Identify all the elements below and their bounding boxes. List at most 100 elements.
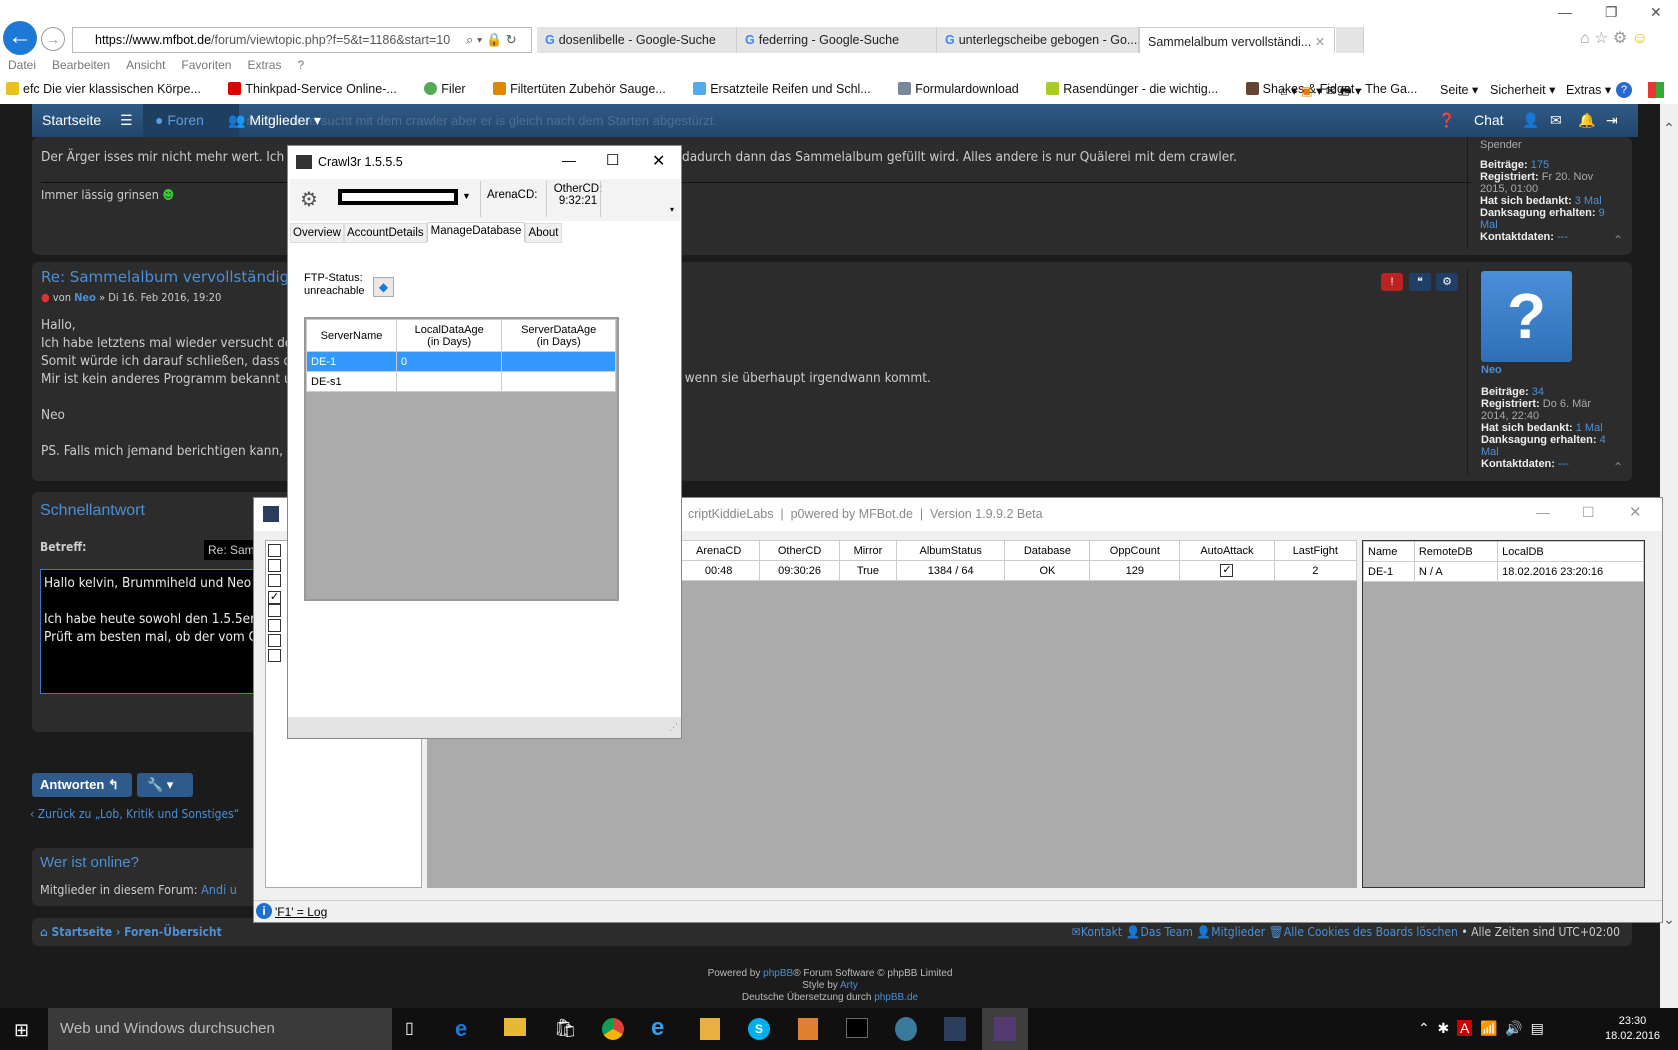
store-icon[interactable]: 🛍: [554, 1018, 577, 1039]
account-checkbox[interactable]: [268, 544, 281, 557]
phpbb-link[interactable]: phpBB: [763, 968, 793, 979]
menu-help[interactable]: ?: [297, 58, 304, 72]
grid-header[interactable]: ServerDataAge (in Days): [501, 319, 616, 352]
ie-icon[interactable]: e: [651, 1014, 664, 1042]
hamburger-icon[interactable]: ☰: [120, 112, 133, 129]
maximize-icon[interactable]: ☐: [606, 151, 619, 169]
account-dropdown[interactable]: [338, 189, 458, 205]
grid-header[interactable]: LocalDataAge (in Days): [395, 319, 503, 352]
grid-header[interactable]: Mirror: [838, 540, 898, 561]
home-star-gear-icons[interactable]: ⌂ ☆ ⚙ ☺: [1580, 28, 1648, 48]
tab-active[interactable]: Sammelalbum vervollständi... ✕: [1139, 27, 1335, 53]
contact-link[interactable]: ✉Kontakt: [1072, 925, 1122, 939]
grid-header[interactable]: AutoAttack: [1179, 540, 1275, 561]
menu-extras[interactable]: Extras: [247, 58, 281, 72]
breadcrumb-home[interactable]: Startseite: [52, 925, 113, 939]
explorer-icon[interactable]: [504, 1018, 526, 1036]
grid-cell[interactable]: 00:48: [676, 560, 761, 581]
close-icon[interactable]: ✕: [1629, 503, 1642, 521]
app-icon[interactable]: [895, 1017, 917, 1041]
mfbot-taskbar-icon[interactable]: [944, 1017, 966, 1041]
grid-header[interactable]: LastFight: [1273, 540, 1358, 561]
favorite-item[interactable]: Filtertüten Zubehör Sauge...: [493, 82, 678, 96]
tab-accountdetails[interactable]: AccountDetails: [343, 223, 427, 243]
clock[interactable]: 23:30 18.02.2016: [1605, 1014, 1660, 1044]
chevron-down-icon[interactable]: ▼: [462, 191, 471, 201]
new-tab-button[interactable]: [1336, 27, 1364, 53]
grid-header[interactable]: OppCount: [1089, 540, 1181, 561]
app-icon[interactable]: [700, 1018, 720, 1040]
back-link[interactable]: ‹ Zurück zu „Lob, Kritik und Sonstiges“: [30, 807, 239, 821]
menu-bearbeiten[interactable]: Bearbeiten: [52, 58, 110, 72]
grid-header[interactable]: OtherCD: [759, 540, 840, 561]
task-view-icon[interactable]: ▯: [405, 1018, 414, 1038]
grid-cell[interactable]: 129: [1089, 560, 1181, 581]
settings-gear-icon[interactable]: ⚙: [300, 187, 318, 212]
minimize-icon[interactable]: —: [562, 152, 576, 168]
menu-datei[interactable]: Datei: [8, 58, 36, 72]
favorite-item[interactable]: efc Die vier klassischen Körpe...: [6, 82, 213, 96]
command-icons[interactable]: ⌂ ▾ ▣ ▾ ✉ 🖶 ▾: [1280, 82, 1361, 103]
windows-start-icon[interactable]: ⊞: [14, 1020, 29, 1041]
delete-cookies-link[interactable]: 🗑Alle Cookies des Boards löschen: [1269, 925, 1458, 939]
menu-sicherheit[interactable]: Sicherheit ▾: [1490, 82, 1555, 97]
log-link[interactable]: 'F1' = Log: [275, 905, 327, 919]
chrome-icon[interactable]: [602, 1018, 624, 1040]
grid-header[interactable]: Name: [1363, 541, 1415, 562]
account-checkbox[interactable]: [268, 559, 281, 572]
account-checkbox[interactable]: [268, 649, 281, 662]
skype-icon[interactable]: S: [748, 1018, 770, 1040]
grid-cell[interactable]: 2: [1273, 560, 1358, 581]
ftp-refresh-button[interactable]: ◆: [373, 277, 394, 297]
notifications-icon[interactable]: 🔔: [1578, 112, 1595, 129]
table-row[interactable]: DE-s1: [306, 371, 616, 392]
forward-button[interactable]: →: [41, 27, 65, 51]
account-checkbox[interactable]: [268, 619, 281, 632]
nav-foren[interactable]: ● Foren: [143, 104, 239, 137]
grid-cell[interactable]: 1384 / 64: [896, 560, 1006, 581]
gear-icon[interactable]: ⚙: [1436, 273, 1458, 291]
user-link[interactable]: Andi u: [201, 882, 237, 897]
tab-1[interactable]: Gdosenlibelle - Google-Suche: [537, 27, 737, 53]
favorite-item[interactable]: Thinkpad-Service Online-...: [228, 82, 408, 96]
grid-header[interactable]: AlbumStatus: [896, 540, 1006, 561]
quote-icon[interactable]: ❝: [1409, 273, 1431, 291]
phpbbde-link[interactable]: phpBB.de: [874, 992, 918, 1003]
favorite-item[interactable]: Ersatzteile Reifen und Schl...: [693, 82, 883, 96]
nav-chat[interactable]: Chat: [1474, 112, 1504, 128]
grid-header[interactable]: LocalDB: [1497, 541, 1644, 562]
post-title[interactable]: Re: Sammelalbum vervollständigen?: [41, 268, 316, 286]
menu-favoriten[interactable]: Favoriten: [181, 58, 231, 72]
reply-button[interactable]: Antworten ↰: [32, 773, 132, 797]
cmd-icon[interactable]: [846, 1018, 868, 1038]
account-checkbox[interactable]: ✓: [268, 591, 281, 604]
user-icon[interactable]: 👤: [1522, 112, 1539, 129]
logout-icon[interactable]: ⇥: [1606, 112, 1618, 129]
grid-header[interactable]: RemoteDB: [1413, 541, 1499, 562]
grid-header[interactable]: ServerName: [306, 319, 397, 352]
favorite-item[interactable]: Filer: [424, 82, 477, 96]
table-row-selected[interactable]: DE-1 0: [306, 351, 616, 372]
scroll-top-icon[interactable]: ⌃: [1613, 233, 1623, 247]
table-row[interactable]: DE-1 N / A 18.02.2016 23:20:16: [1363, 561, 1644, 582]
back-button[interactable]: ←: [3, 21, 37, 55]
address-bar[interactable]: https://www.mfbot.de/forum/viewtopic.php…: [72, 27, 532, 53]
tab-3[interactable]: Gunterlegscheibe gebogen - Go...: [937, 27, 1139, 53]
close-icon[interactable]: ✕: [1650, 4, 1662, 21]
tools-button[interactable]: 🔧 ▾: [137, 773, 193, 797]
minimize-icon[interactable]: —: [1536, 504, 1550, 520]
tab-about[interactable]: About: [525, 223, 562, 243]
minimize-icon[interactable]: —: [1558, 4, 1572, 20]
grid-cell[interactable]: True: [838, 560, 898, 581]
tab-overview[interactable]: Overview: [290, 223, 344, 243]
grid-header[interactable]: Database: [1004, 540, 1091, 561]
grid-cell[interactable]: OK: [1004, 560, 1091, 581]
crawler-taskbar-button[interactable]: [982, 1008, 1028, 1050]
search-refresh-icons[interactable]: ⌕ ▾ 🔒 ↻: [466, 32, 517, 48]
autoattack-checkbox[interactable]: ✓: [1220, 564, 1234, 577]
arty-link[interactable]: Arty: [840, 980, 858, 991]
scroll-top-icon[interactable]: ⌃: [1613, 460, 1623, 474]
close-tab-icon[interactable]: ✕: [1315, 35, 1325, 49]
resize-grip-icon[interactable]: ⋰: [669, 722, 678, 733]
tab-2[interactable]: Gfederring - Google-Suche: [737, 27, 937, 53]
